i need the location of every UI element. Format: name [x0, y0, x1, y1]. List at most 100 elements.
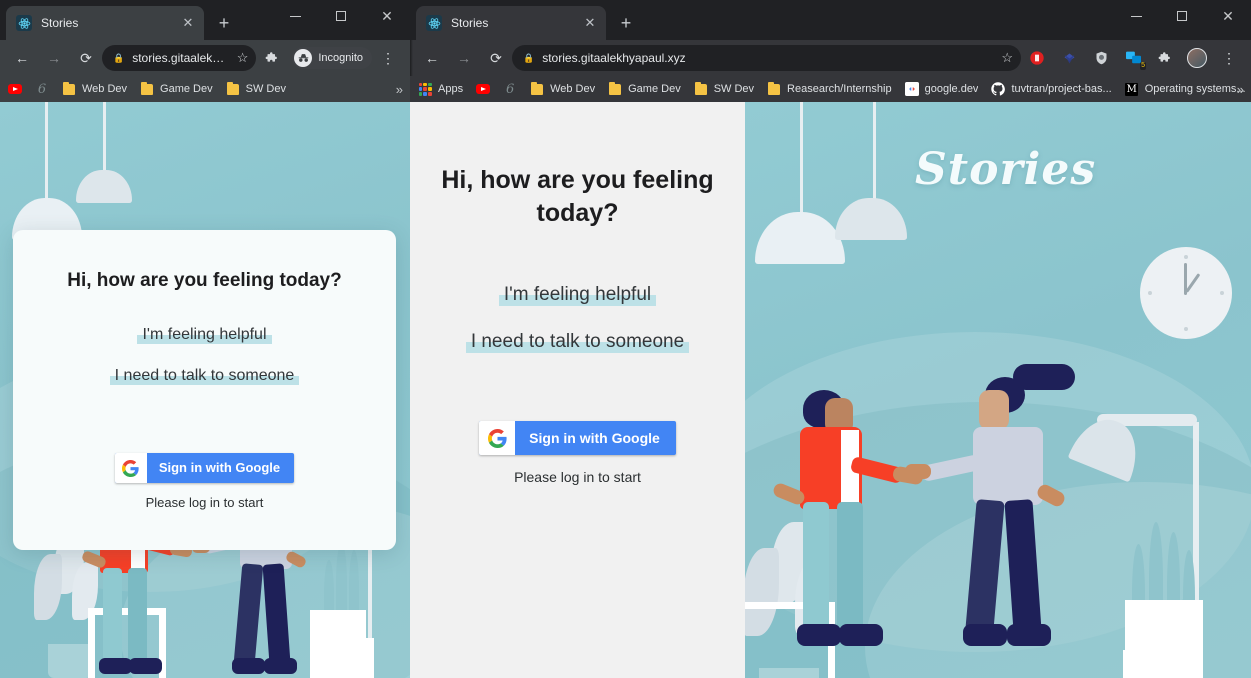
- signin-row-left: Sign in with Google: [35, 453, 374, 483]
- back-button-right[interactable]: ←: [419, 45, 445, 71]
- option-talk-to-someone-right[interactable]: I need to talk to someone: [465, 331, 690, 353]
- sign-in-with-google-button-right[interactable]: Sign in with Google: [479, 421, 676, 455]
- tab-title-left: Stories: [41, 16, 79, 30]
- close-button-left[interactable]: ✕: [364, 0, 410, 32]
- window-controls-right: ✕: [1113, 0, 1251, 32]
- signin-row-right: Sign in with Google: [410, 421, 745, 455]
- bookmark-swdev-right[interactable]: SW Dev: [694, 81, 754, 96]
- clock-tick-9: [1148, 291, 1152, 295]
- diamond-icon[interactable]: [1056, 45, 1082, 71]
- lock-icon-left: 🔒: [113, 52, 125, 63]
- bookmarks-bar-right: Apps 6 Web Dev Game Dev SW Dev Reasearch…: [410, 76, 1251, 102]
- new-tab-button-right[interactable]: +: [612, 9, 640, 37]
- bookmark-apps-right[interactable]: Apps: [418, 82, 463, 96]
- bookmark-label-apps: Apps: [438, 83, 464, 95]
- new-tab-button-left[interactable]: +: [210, 9, 238, 37]
- bookmark-github-project[interactable]: tuvtran/project-bas...: [991, 82, 1112, 96]
- bookmark-script-left[interactable]: 6: [35, 81, 49, 97]
- bookmark-star-icon-left[interactable]: ☆: [237, 50, 249, 66]
- address-bar-left[interactable]: 🔒 stories.gitaalekhyapa... ☆: [102, 45, 257, 71]
- bookmark-youtube-right[interactable]: [476, 82, 491, 96]
- tab-strip-left: Stories ✕ + ✕: [0, 0, 410, 40]
- folder-icon-right-3: [694, 81, 708, 96]
- bookmark-label-operating-systems: Operating systems...: [1144, 83, 1246, 95]
- bookmark-youtube-left[interactable]: [8, 82, 22, 96]
- shield-icon[interactable]: [1088, 45, 1114, 71]
- toolbar-right: ← → ⟳ 🔒 stories.gitaalekhyapaul.xyz ☆ 5: [410, 40, 1251, 76]
- bookmarks-overflow-left[interactable]: »: [396, 76, 403, 102]
- sign-in-with-google-button-left[interactable]: Sign in with Google: [114, 453, 295, 483]
- maximize-button-right[interactable]: [1159, 0, 1205, 32]
- sign-in-label-left: Sign in with Google: [158, 460, 281, 475]
- tab-stories-right[interactable]: Stories ✕: [416, 6, 606, 40]
- tab-strip-right: Stories ✕ + ✕: [410, 0, 1251, 40]
- bookmark-script-right[interactable]: 6: [503, 82, 517, 97]
- tab-close-icon-left[interactable]: ✕: [180, 15, 196, 31]
- bookmarks-overflow-right[interactable]: »: [1237, 76, 1244, 102]
- page-viewport-right: Hi, how are you feeling today? I'm feeli…: [410, 102, 1251, 678]
- minimize-button-left[interactable]: [272, 0, 318, 32]
- apps-grid-icon: [418, 82, 432, 96]
- bookmark-gamedev-right[interactable]: Game Dev: [608, 81, 681, 96]
- login-hint-right: Please log in to start: [514, 469, 641, 485]
- chrome-menu-button-left[interactable]: ⋮: [375, 45, 401, 71]
- login-card-left: Hi, how are you feeling today? I'm feeli…: [13, 230, 396, 550]
- option-label: I'm feeling helpful: [142, 326, 267, 343]
- lamp-cord-2: [103, 102, 106, 174]
- google-g-icon-left: [114, 453, 147, 483]
- bookmark-label-research: Reasearch/Internship: [787, 83, 892, 95]
- bookmark-operating-systems[interactable]: M Operating systems...: [1125, 82, 1246, 96]
- folder-icon-left-1: [62, 81, 76, 96]
- reload-button-left[interactable]: ⟳: [73, 45, 99, 71]
- bookmark-google-dev[interactable]: google.dev: [904, 82, 978, 96]
- bookmark-webdev-right[interactable]: Web Dev: [530, 81, 596, 96]
- bookmark-star-icon-right[interactable]: ☆: [1001, 50, 1013, 66]
- desktop: Stories ✕ + ✕ ← → ⟳ 🔒 stories.gitaalekhy…: [0, 0, 1251, 678]
- login-panel-right: Hi, how are you feeling today? I'm feeli…: [410, 102, 745, 678]
- address-bar-right[interactable]: 🔒 stories.gitaalekhyapaul.xyz ☆: [512, 45, 1021, 71]
- illustration-right: Stories: [745, 102, 1251, 678]
- adblock-icon[interactable]: [1024, 45, 1050, 71]
- screen-capture-icon[interactable]: 5: [1120, 45, 1146, 71]
- tab-title-right: Stories: [451, 16, 489, 30]
- bookmark-swdev-left[interactable]: SW Dev: [226, 81, 286, 96]
- forward-button-right[interactable]: →: [451, 45, 477, 71]
- option-talk-to-someone-left[interactable]: I need to talk to someone: [109, 367, 300, 385]
- profile-avatar[interactable]: [1184, 45, 1210, 71]
- brand-logo-right: Stories: [915, 144, 1097, 195]
- incognito-badge-left[interactable]: Incognito: [292, 47, 372, 69]
- lock-icon-right: 🔒: [523, 52, 535, 63]
- lamp-shade-1: [755, 212, 845, 264]
- folder-icon-left-3: [226, 81, 240, 96]
- react-favicon-right: [426, 15, 442, 31]
- bookmark-research-internship[interactable]: Reasearch/Internship: [767, 81, 892, 96]
- option-feeling-helpful-right[interactable]: I'm feeling helpful: [498, 284, 657, 306]
- bookmark-gamedev-left[interactable]: Game Dev: [140, 81, 213, 96]
- folder-icon-right-1: [530, 81, 544, 96]
- reload-button-right[interactable]: ⟳: [483, 45, 509, 71]
- bookmark-label-right-webdev: Web Dev: [550, 83, 596, 95]
- google-dev-icon: [904, 82, 919, 96]
- window-controls-left: ✕: [272, 0, 410, 32]
- option-row-2-right: I need to talk to someone: [410, 331, 745, 353]
- bookmark-webdev-left[interactable]: Web Dev: [62, 81, 127, 96]
- lamp-cord-1: [800, 102, 803, 217]
- option-feeling-helpful-left[interactable]: I'm feeling helpful: [137, 326, 272, 344]
- floor-box-right: [310, 610, 366, 678]
- forward-button-left[interactable]: →: [41, 45, 67, 71]
- extensions-puzzle-icon-left[interactable]: [259, 45, 285, 71]
- tab-stories-left[interactable]: Stories ✕: [6, 6, 204, 40]
- close-icon-right: ✕: [1222, 8, 1234, 24]
- script-icon-left: 6: [37, 81, 47, 97]
- youtube-icon-right: [476, 82, 491, 96]
- chrome-menu-button-right[interactable]: ⋮: [1216, 45, 1242, 71]
- wall-clock-right: [1140, 247, 1232, 339]
- minimize-button-right[interactable]: [1113, 0, 1159, 32]
- back-button-left[interactable]: ←: [9, 45, 35, 71]
- option-row-2-left: I need to talk to someone: [35, 367, 374, 385]
- maximize-button-left[interactable]: [318, 0, 364, 32]
- page-title-left: Hi, how are you feeling today?: [67, 270, 342, 291]
- tab-close-icon-right[interactable]: ✕: [582, 15, 598, 31]
- close-button-right[interactable]: ✕: [1205, 0, 1251, 32]
- extensions-puzzle-icon-right[interactable]: [1152, 45, 1178, 71]
